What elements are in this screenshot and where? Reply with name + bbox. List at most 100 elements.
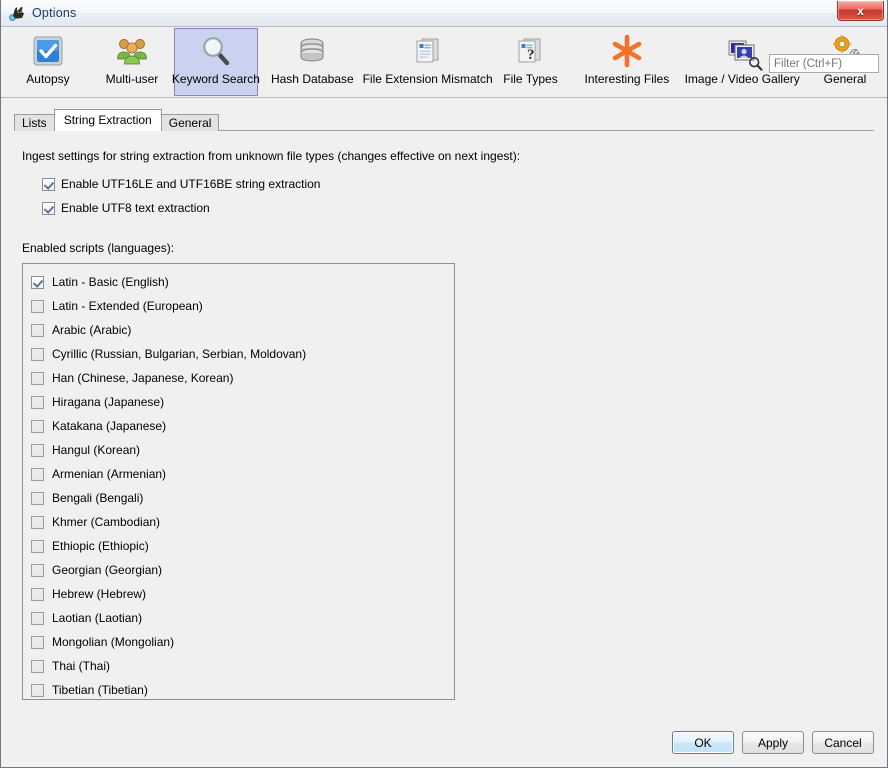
script-checkbox[interactable]	[31, 539, 44, 553]
settings-tabstrip: Lists String Extraction General	[14, 109, 887, 131]
script-checkbox[interactable]	[31, 299, 44, 313]
close-icon[interactable]: x	[837, 1, 884, 21]
script-checkbox[interactable]	[31, 419, 44, 433]
script-checkbox[interactable]	[31, 563, 44, 577]
list-item[interactable]: Katakana (Japanese)	[31, 414, 454, 438]
script-label: Laotian (Laotian)	[52, 611, 143, 625]
script-label: Tibetian (Tibetian)	[52, 683, 148, 697]
script-label: Georgian (Georgian)	[52, 563, 163, 577]
script-checkbox[interactable]	[31, 683, 44, 697]
script-checkbox[interactable]	[31, 323, 44, 337]
tab-lists[interactable]: Lists	[14, 114, 55, 131]
list-item[interactable]: Mongolian (Mongolian)	[31, 630, 454, 654]
list-item[interactable]: Ethiopic (Ethiopic)	[31, 534, 454, 558]
autopsy-checkbox-icon	[31, 34, 65, 68]
script-label: Armenian (Armenian)	[52, 467, 167, 481]
option-utf16-label: Enable UTF16LE and UTF16BE string extrac…	[61, 177, 321, 191]
script-checkbox[interactable]	[31, 635, 44, 649]
toolbar-item-label: Keyword Search	[171, 72, 260, 86]
option-utf16-checkbox[interactable]	[42, 177, 55, 191]
toolbar-item-keyword-search[interactable]: Keyword Search	[171, 28, 260, 96]
toolbar-item-hash-database[interactable]: Hash Database	[258, 28, 367, 96]
script-label: Latin - Basic (English)	[52, 275, 169, 289]
ingest-hint-text: Ingest settings for string extraction fr…	[22, 149, 521, 163]
toolbar-item-multi-user[interactable]: Multi-user	[90, 28, 174, 96]
list-item[interactable]: Hangul (Korean)	[31, 438, 454, 462]
svg-text:?: ?	[527, 47, 535, 63]
script-label: Arabic (Arabic)	[52, 323, 132, 337]
script-label: Mongolian (Mongolian)	[52, 635, 175, 649]
list-item[interactable]: Latin - Extended (European)	[31, 294, 454, 318]
toolbar-item-label: General	[823, 72, 867, 86]
options-toolbar: Autopsy Multi-user Keyword Search Hash D…	[1, 27, 887, 98]
database-icon	[295, 34, 329, 68]
list-item[interactable]: Bengali (Bengali)	[31, 486, 454, 510]
toolbar-item-file-extension-mismatch[interactable]: File Extension Mismatch	[363, 28, 493, 96]
ok-button[interactable]: OK	[672, 731, 734, 754]
option-utf8-checkbox[interactable]	[42, 201, 55, 215]
option-utf8-label: Enable UTF8 text extraction	[61, 201, 210, 215]
toolbar-item-autopsy[interactable]: Autopsy	[6, 28, 90, 96]
tab-general[interactable]: General	[160, 114, 220, 131]
list-item[interactable]: Tibetian (Tibetian)	[31, 678, 454, 699]
list-item[interactable]: Han (Chinese, Japanese, Korean)	[31, 366, 454, 390]
script-label: Han (Chinese, Japanese, Korean)	[52, 371, 234, 385]
dialog-buttons: OK Apply Cancel	[672, 731, 874, 754]
toolbar-item-label: File Types	[503, 72, 558, 86]
list-item[interactable]: Arabic (Arabic)	[31, 318, 454, 342]
script-label: Thai (Thai)	[52, 659, 111, 673]
script-label: Hangul (Korean)	[52, 443, 141, 457]
script-checkbox[interactable]	[31, 515, 44, 529]
string-extraction-panel: Ingest settings for string extraction fr…	[14, 131, 874, 700]
toolbar-item-label: File Extension Mismatch	[362, 72, 493, 86]
list-item[interactable]: Hiragana (Japanese)	[31, 390, 454, 414]
title-bar: Options x	[1, 0, 887, 27]
list-item[interactable]: Armenian (Armenian)	[31, 462, 454, 486]
script-checkbox[interactable]	[31, 443, 44, 457]
tab-string-extraction[interactable]: String Extraction	[53, 109, 162, 131]
script-checkbox[interactable]	[31, 467, 44, 481]
enabled-scripts-listbox[interactable]: Latin - Basic (English) Latin - Extended…	[22, 263, 455, 700]
script-label: Ethiopic (Ethiopic)	[52, 539, 149, 553]
script-checkbox[interactable]	[31, 659, 44, 673]
toolbar-filter	[748, 54, 879, 73]
list-item[interactable]: Laotian (Laotian)	[31, 606, 454, 630]
script-checkbox[interactable]	[31, 491, 44, 505]
toolbar-item-label: Multi-user	[105, 72, 159, 86]
multi-user-people-icon	[115, 34, 149, 68]
script-label: Hiragana (Japanese)	[52, 395, 165, 409]
toolbar-item-file-types[interactable]: ? File Types	[488, 28, 572, 96]
list-item[interactable]: Georgian (Georgian)	[31, 558, 454, 582]
script-checkbox[interactable]	[31, 371, 44, 385]
enabled-scripts-label: Enabled scripts (languages):	[22, 241, 175, 255]
list-item[interactable]: Khmer (Cambodian)	[31, 510, 454, 534]
cancel-button[interactable]: Cancel	[812, 731, 874, 754]
toolbar-item-interesting-files[interactable]: Interesting Files	[572, 28, 681, 96]
script-label: Latin - Extended (European)	[52, 299, 203, 313]
script-label: Cyrillic (Russian, Bulgarian, Serbian, M…	[52, 347, 307, 361]
magnifier-icon	[199, 34, 233, 68]
script-label: Bengali (Bengali)	[52, 491, 144, 505]
option-utf8-row[interactable]: Enable UTF8 text extraction	[42, 199, 874, 217]
option-utf16-row[interactable]: Enable UTF16LE and UTF16BE string extrac…	[42, 175, 874, 193]
asterisk-icon	[610, 34, 644, 68]
options-window: Options x Autopsy Multi-user Keyword Sea…	[0, 0, 888, 768]
script-checkbox[interactable]	[31, 587, 44, 601]
list-item[interactable]: Thai (Thai)	[31, 654, 454, 678]
window-title: Options	[32, 6, 77, 20]
apply-button[interactable]: Apply	[742, 731, 804, 754]
autopsy-dog-icon	[9, 5, 26, 22]
toolbar-item-label: Hash Database	[270, 72, 354, 86]
script-label: Katakana (Japanese)	[52, 419, 167, 433]
script-checkbox[interactable]	[31, 611, 44, 625]
toolbar-item-label: Image / Video Gallery	[684, 72, 800, 86]
filter-input[interactable]	[769, 54, 879, 73]
list-item[interactable]: Hebrew (Hebrew)	[31, 582, 454, 606]
script-checkbox[interactable]	[31, 347, 44, 361]
list-item[interactable]: Cyrillic (Russian, Bulgarian, Serbian, M…	[31, 342, 454, 366]
search-icon	[748, 56, 763, 71]
script-checkbox[interactable]	[31, 395, 44, 409]
list-item[interactable]: Latin - Basic (English)	[31, 270, 454, 294]
document-question-icon: ?	[513, 34, 547, 68]
script-checkbox[interactable]	[31, 275, 44, 289]
